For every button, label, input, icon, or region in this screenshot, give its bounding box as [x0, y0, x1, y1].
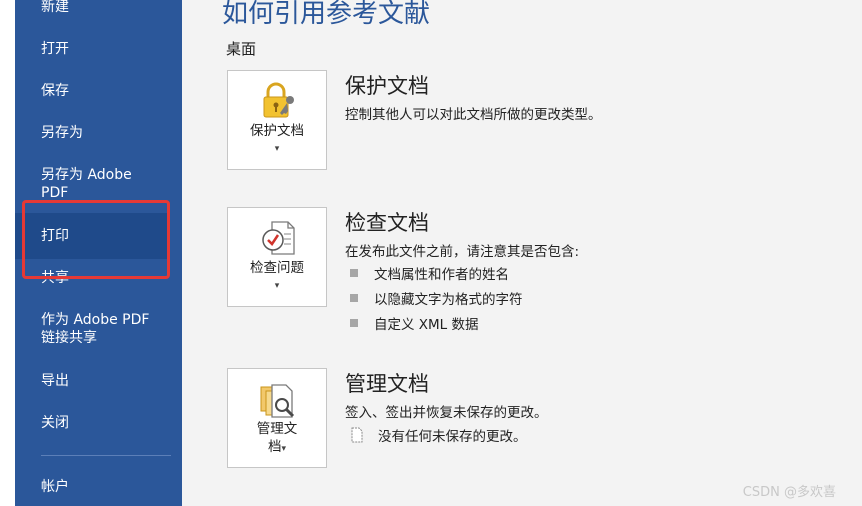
protect-section-title: 保护文档: [345, 74, 429, 98]
bullet-text: 自定义 XML 数据: [374, 317, 479, 333]
manage-document-button[interactable]: 管理文 档▾: [227, 368, 327, 468]
nav-share-as-adobe-pdf-link[interactable]: 作为 Adobe PDF 链接共享: [41, 311, 165, 347]
chevron-down-icon: ▾: [274, 144, 280, 154]
chevron-down-icon: ▾: [274, 281, 280, 291]
manage-document-label-text: 档: [267, 439, 282, 455]
protect-section-description: 控制其他人可以对此文档所做的更改类型。: [345, 107, 602, 123]
inspect-bullet-item: 文档属性和作者的姓名: [350, 263, 509, 283]
check-for-issues-button[interactable]: 检查问题 ▾: [227, 207, 327, 307]
manage-document-icon: [260, 384, 295, 418]
lock-key-icon: [263, 82, 294, 118]
manage-section-description: 签入、签出并恢复未保存的更改。: [345, 405, 548, 421]
nav-save-as-adobe-pdf[interactable]: 另存为 Adobe PDF: [41, 166, 161, 202]
page-title: 如何引用参考文献: [222, 0, 431, 29]
protect-document-button[interactable]: 保护文档 ▾: [227, 70, 327, 170]
inspect-section-description: 在发布此文件之前，请注意其是否包含:: [345, 244, 580, 260]
inspect-bullet-item: 以隐藏文字为格式的字符: [350, 288, 523, 308]
nav-separator: [41, 455, 171, 456]
manage-note: 没有任何未保存的更改。: [350, 425, 527, 445]
bullet-text: 以隐藏文字为格式的字符: [374, 292, 523, 308]
document-icon: [351, 427, 363, 443]
inspect-document-icon: [262, 221, 295, 255]
document-location: 桌面: [226, 40, 257, 58]
inspect-section-title: 检查文档: [345, 211, 429, 235]
annotation-highlight-box: [22, 200, 170, 279]
main-content: 如何引用参考文献 桌面 保护文档 ▾ 保护文档 控制其他人可以对此文档所做的更改…: [182, 0, 862, 506]
left-edge: [0, 0, 15, 506]
manage-note-text: 没有任何未保存的更改。: [378, 429, 527, 445]
chevron-down-icon: ▾: [281, 444, 287, 454]
watermark: CSDN @多欢喜: [742, 485, 836, 500]
manage-document-label-line1: 管理文: [256, 421, 298, 437]
bullet-square-icon: [350, 269, 358, 277]
inspect-bullet-item: 自定义 XML 数据: [350, 313, 479, 333]
manage-section-title: 管理文档: [345, 372, 429, 396]
bullet-square-icon: [350, 319, 358, 327]
bullet-text: 文档属性和作者的姓名: [374, 267, 509, 283]
protect-document-label: 保护文档: [250, 123, 304, 139]
check-for-issues-label: 检查问题: [250, 260, 304, 276]
bullet-square-icon: [350, 294, 358, 302]
manage-document-label-line2: 档▾: [228, 438, 326, 458]
